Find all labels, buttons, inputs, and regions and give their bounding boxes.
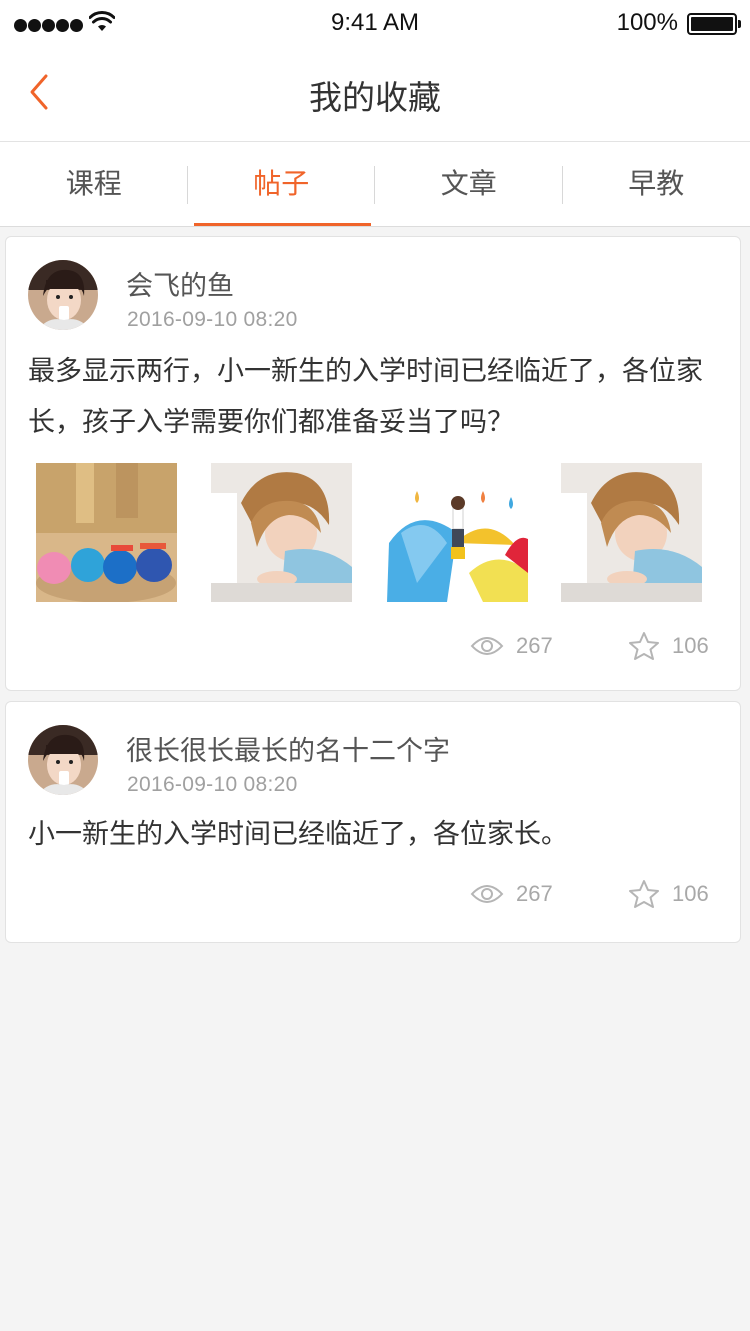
- page-title: 我的收藏: [309, 78, 441, 117]
- tab-label: 文章: [440, 167, 497, 200]
- post-text: 最多显示两行，小一新生的入学时间已经临近了，各位家长，孩子入学需要你们都准备妥当…: [28, 356, 703, 438]
- view-count: 267: [470, 633, 553, 659]
- author-name[interactable]: 会飞的鱼: [126, 264, 234, 303]
- favorite-count-value: 106: [672, 633, 709, 658]
- tab-articles[interactable]: 文章: [375, 142, 563, 226]
- tab-label: 课程: [65, 167, 122, 200]
- star-icon: [629, 880, 659, 908]
- avatar[interactable]: [28, 725, 98, 795]
- tab-early-education[interactable]: 早教: [563, 142, 750, 226]
- tab-bar: 课程 帖子 文章 早教: [0, 142, 750, 227]
- favorite-button[interactable]: 106: [628, 631, 709, 661]
- post-text: 小一新生的入学时间已经临近了，各位家长。: [28, 819, 568, 850]
- star-icon: [629, 632, 659, 660]
- status-bar: 9:41 AM 100%: [0, 0, 750, 48]
- favorite-count-value: 106: [672, 881, 709, 906]
- avatar[interactable]: [28, 260, 98, 330]
- tab-label: 帖子: [253, 167, 310, 200]
- favorite-button[interactable]: 106: [628, 879, 709, 909]
- post-image[interactable]: [211, 463, 352, 602]
- post-timestamp: 2016-09-10 08:20: [127, 773, 298, 796]
- view-count-value: 267: [516, 633, 553, 658]
- battery-icon: [687, 13, 741, 35]
- post-card[interactable]: 很长很长最长的名十二个字 2016-09-10 08:20 小一新生的入学时间已…: [5, 701, 741, 943]
- nav-bar: 我的收藏: [0, 48, 750, 142]
- image-gallery: [36, 463, 706, 603]
- battery-percentage: 100%: [616, 9, 678, 36]
- post-card[interactable]: 会飞的鱼 2016-09-10 08:20 最多显示两行，小一新生的入学时间已经…: [5, 236, 741, 691]
- tab-posts[interactable]: 帖子: [188, 142, 375, 226]
- post-timestamp: 2016-09-10 08:20: [127, 308, 298, 331]
- post-image[interactable]: [561, 463, 702, 602]
- view-count-value: 267: [516, 881, 553, 906]
- tab-courses[interactable]: 课程: [0, 142, 188, 226]
- post-image[interactable]: [387, 463, 528, 602]
- tab-label: 早教: [628, 167, 685, 200]
- post-image[interactable]: [36, 463, 177, 602]
- author-name[interactable]: 很长很长最长的名十二个字: [126, 729, 450, 768]
- eye-icon: [470, 637, 504, 655]
- view-count: 267: [470, 881, 553, 907]
- eye-icon: [470, 885, 504, 903]
